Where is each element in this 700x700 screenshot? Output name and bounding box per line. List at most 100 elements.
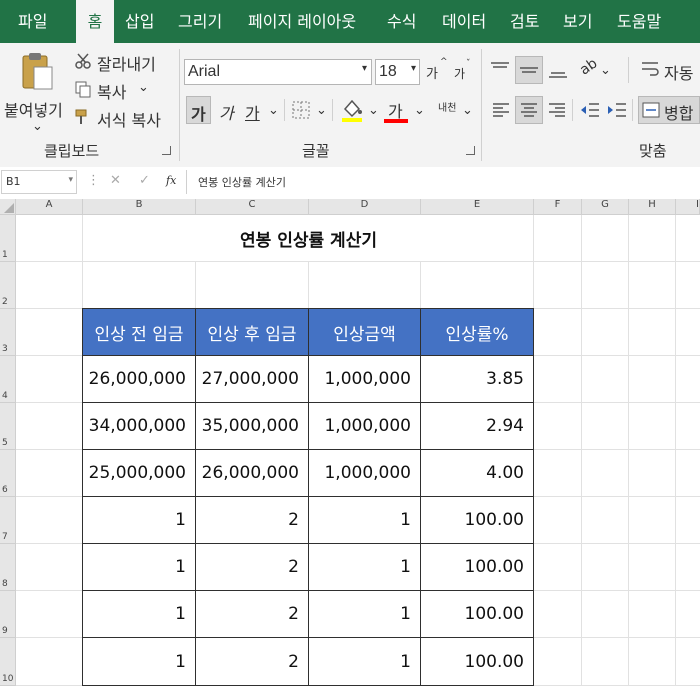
align-right-icon[interactable] [548, 102, 566, 118]
table-cell[interactable]: 1 [308, 637, 421, 686]
orientation-icon[interactable]: ab [577, 55, 600, 78]
border-icon[interactable] [292, 101, 310, 119]
align-center-button[interactable] [515, 96, 543, 124]
chevron-down-icon[interactable]: ⌄ [32, 119, 43, 134]
fill-color-icon[interactable] [340, 97, 364, 123]
drag-handle-icon[interactable]: ⋮ [87, 173, 100, 188]
table-cell[interactable]: 4.00 [420, 449, 534, 497]
table-cell[interactable]: 26,000,000 [195, 449, 309, 497]
row-header-3[interactable]: 3 [0, 309, 16, 356]
column-header-h[interactable]: H [629, 199, 676, 215]
decrease-indent-icon[interactable] [580, 102, 600, 118]
row-header-6[interactable]: 6 [0, 450, 16, 497]
row-header-7[interactable]: 7 [0, 497, 16, 544]
table-cell[interactable]: 1 [308, 496, 421, 544]
copy-button[interactable]: 복사 ⌄ [74, 77, 174, 102]
increase-indent-icon[interactable] [607, 102, 627, 118]
column-header-a[interactable]: A [16, 199, 83, 215]
tab-file[interactable]: 파일 [18, 0, 47, 43]
font-size-select[interactable]: 18 ▾ [375, 59, 420, 85]
column-header-i[interactable]: I [676, 199, 700, 215]
table-cell[interactable]: 100.00 [420, 543, 534, 591]
name-box[interactable]: B1 ▾ [1, 170, 77, 194]
sheet-title-cell[interactable]: 연봉 인상률 계산기 [83, 215, 534, 261]
chevron-down-icon[interactable]: ⌄ [316, 103, 327, 118]
chevron-down-icon[interactable]: ⌄ [600, 63, 611, 78]
underline-button[interactable]: 가 [245, 100, 260, 124]
chevron-down-icon[interactable]: ⌄ [414, 103, 425, 118]
paste-button[interactable]: 붙여넣기 ⌄ [4, 49, 70, 135]
header-cell[interactable]: 인상금액 [308, 308, 421, 356]
row-header-1[interactable]: 1 [0, 215, 16, 262]
shrink-font-button[interactable]: 가 [454, 65, 465, 82]
column-header-b[interactable]: B [83, 199, 196, 215]
tab-home[interactable]: 홈 [76, 0, 114, 43]
chevron-down-icon[interactable]: ⌄ [268, 103, 279, 118]
column-header-f[interactable]: F [534, 199, 582, 215]
bold-button[interactable]: 가 [186, 96, 211, 124]
table-cell[interactable]: 1 [308, 543, 421, 591]
table-cell[interactable]: 100.00 [420, 496, 534, 544]
table-cell[interactable]: 1,000,000 [308, 402, 421, 450]
font-color-button[interactable]: 가 [384, 97, 410, 125]
column-header-d[interactable]: D [309, 199, 421, 215]
column-header-e[interactable]: E [421, 199, 534, 215]
insert-function-button[interactable]: fx [166, 174, 176, 187]
header-cell[interactable]: 인상 전 임금 [82, 308, 196, 356]
grow-font-button[interactable]: 가 [426, 63, 438, 82]
tab-view[interactable]: 보기 [563, 0, 592, 43]
header-cell[interactable]: 인상 후 임금 [195, 308, 309, 356]
select-all-corner[interactable] [0, 199, 16, 215]
row-header-2[interactable]: 2 [0, 262, 16, 309]
table-cell[interactable]: 1,000,000 [308, 449, 421, 497]
tab-draw[interactable]: 그리기 [178, 0, 222, 43]
table-cell[interactable]: 1 [82, 637, 196, 686]
tab-formulas[interactable]: 수식 [387, 0, 416, 43]
font-launcher-icon[interactable] [466, 146, 475, 155]
row-header-9[interactable]: 9 [0, 591, 16, 638]
table-cell[interactable]: 1 [308, 590, 421, 638]
phonetic-guide-button[interactable]: 내천 [438, 99, 456, 114]
table-cell[interactable]: 1 [82, 590, 196, 638]
format-painter-button[interactable]: 서식 복사 [74, 105, 174, 130]
align-left-icon[interactable] [492, 102, 510, 118]
italic-button[interactable]: 가 [219, 100, 234, 124]
align-middle-button[interactable] [515, 56, 543, 84]
merge-center-button[interactable]: 병합 [638, 96, 700, 124]
table-cell[interactable]: 1 [82, 496, 196, 544]
table-cell[interactable]: 35,000,000 [195, 402, 309, 450]
formula-input[interactable]: 연봉 인상률 계산기 [190, 170, 699, 194]
align-top-icon[interactable] [490, 61, 510, 77]
table-cell[interactable]: 27,000,000 [195, 355, 309, 403]
wrap-text-label[interactable]: 자동 [664, 60, 693, 84]
cut-button[interactable]: 잘라내기 [74, 49, 174, 74]
table-cell[interactable]: 2 [195, 543, 309, 591]
table-cell[interactable]: 2.94 [420, 402, 534, 450]
tab-review[interactable]: 검토 [510, 0, 539, 43]
table-cell[interactable]: 1,000,000 [308, 355, 421, 403]
table-cell[interactable]: 100.00 [420, 590, 534, 638]
tab-help[interactable]: 도움말 [617, 0, 661, 43]
wrap-text-icon[interactable] [641, 60, 659, 78]
header-cell[interactable]: 인상률% [420, 308, 534, 356]
table-cell[interactable]: 2 [195, 496, 309, 544]
row-header-5[interactable]: 5 [0, 403, 16, 450]
table-cell[interactable]: 25,000,000 [82, 449, 196, 497]
chevron-down-icon[interactable]: ⌄ [368, 103, 379, 118]
chevron-down-icon[interactable]: ⌄ [138, 80, 149, 95]
row-header-8[interactable]: 8 [0, 544, 16, 591]
row-header-10[interactable]: 10 [0, 638, 16, 686]
tab-page-layout[interactable]: 페이지 레이아웃 [248, 0, 356, 43]
table-cell[interactable]: 100.00 [420, 637, 534, 686]
table-cell[interactable]: 26,000,000 [82, 355, 196, 403]
align-bottom-icon[interactable] [548, 63, 568, 79]
font-name-select[interactable]: Arial ▾ [184, 59, 372, 85]
table-cell[interactable]: 2 [195, 590, 309, 638]
table-cell[interactable]: 1 [82, 543, 196, 591]
table-cell[interactable]: 34,000,000 [82, 402, 196, 450]
row-header-4[interactable]: 4 [0, 356, 16, 403]
column-header-g[interactable]: G [582, 199, 629, 215]
tab-insert[interactable]: 삽입 [125, 0, 154, 43]
tab-data[interactable]: 데이터 [442, 0, 486, 43]
clipboard-launcher-icon[interactable] [162, 146, 171, 155]
